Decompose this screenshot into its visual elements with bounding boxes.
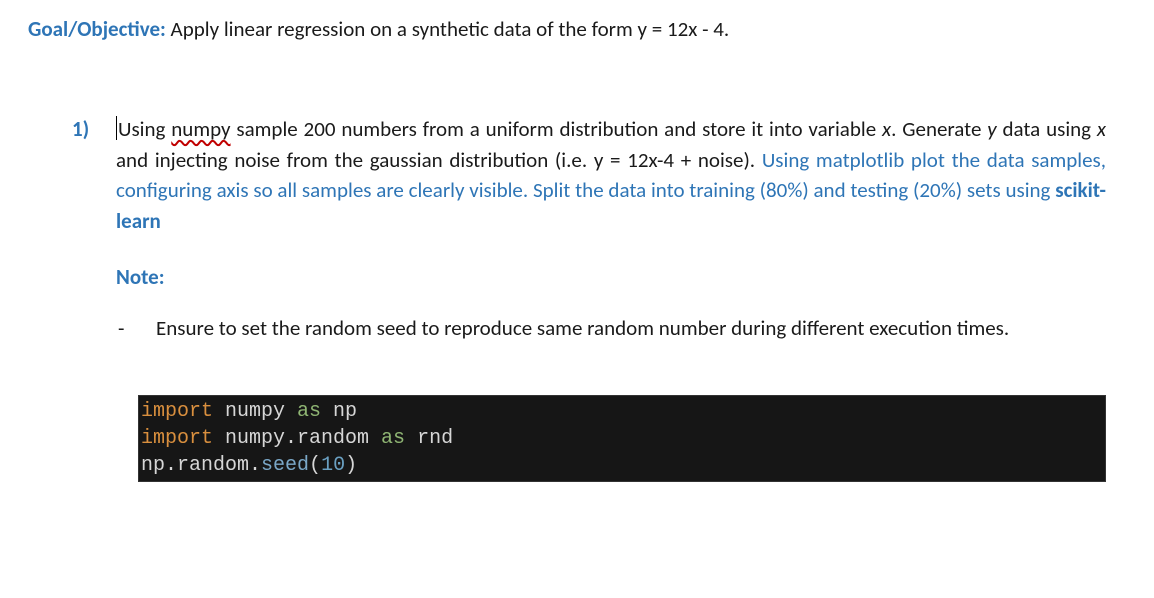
q-text: data using bbox=[997, 116, 1097, 142]
code-token: ( bbox=[309, 454, 321, 477]
code-token: ) bbox=[345, 454, 357, 477]
var-y: y bbox=[987, 116, 996, 142]
code-token: 10 bbox=[321, 454, 345, 477]
goal-text: Apply linear regression on a synthetic d… bbox=[166, 16, 729, 42]
var-x: x bbox=[882, 116, 891, 142]
bullet-dash: - bbox=[116, 313, 156, 343]
code-token: seed bbox=[261, 454, 309, 477]
question-number: 1) bbox=[72, 114, 116, 144]
code-token: np bbox=[321, 400, 357, 423]
question-1: 1) Using numpy sample 200 numbers from a… bbox=[72, 114, 1106, 482]
bullet-text: Ensure to set the random seed to reprodu… bbox=[156, 313, 1106, 343]
q-text: Using bbox=[118, 116, 171, 142]
spellcheck-numpy: numpy bbox=[171, 116, 230, 142]
goal-label: Goal/Objective: bbox=[28, 16, 166, 42]
note-bullet: - Ensure to set the random seed to repro… bbox=[116, 313, 1106, 343]
code-block: import numpy as np import numpy.random a… bbox=[138, 395, 1106, 482]
code-token: as bbox=[381, 427, 405, 450]
note-label: Note: bbox=[116, 262, 1106, 292]
document-page: Goal/Objective: Apply linear regression … bbox=[0, 0, 1154, 482]
code-token: import bbox=[141, 427, 213, 450]
q-text: . Generate bbox=[891, 116, 987, 142]
code-token: import bbox=[141, 400, 213, 423]
q-text: sample 200 numbers from a uniform distri… bbox=[231, 116, 882, 142]
var-x: x bbox=[1097, 116, 1106, 142]
q-blue-2a: Split the data into training (80%) and t… bbox=[533, 177, 1055, 203]
goal-line: Goal/Objective: Apply linear regression … bbox=[28, 14, 1126, 44]
text-cursor bbox=[116, 116, 117, 140]
question-body: Using numpy sample 200 numbers from a un… bbox=[116, 114, 1106, 482]
q-text: and injecting noise from the gaussian di… bbox=[116, 147, 762, 173]
code-token: rnd bbox=[405, 427, 453, 450]
code-token: numpy.random bbox=[213, 427, 381, 450]
code-token: numpy bbox=[213, 400, 297, 423]
code-token: np.random. bbox=[141, 454, 261, 477]
code-token: as bbox=[297, 400, 321, 423]
